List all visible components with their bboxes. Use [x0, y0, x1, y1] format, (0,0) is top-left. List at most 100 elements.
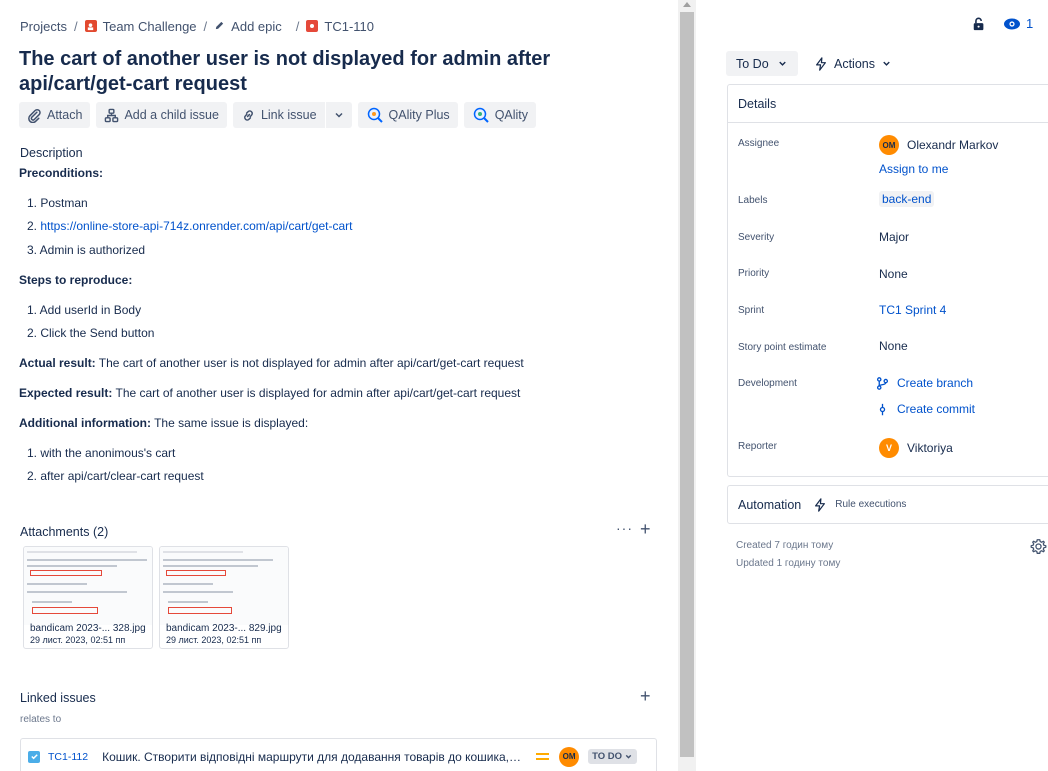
- attachments-more-button[interactable]: ···: [616, 520, 633, 536]
- labels-field[interactable]: back-end: [879, 191, 935, 207]
- sprint-field[interactable]: TC1 Sprint 4: [879, 303, 946, 317]
- rule-executions-label: Rule executions: [835, 499, 907, 510]
- create-commit-label: Create commit: [897, 402, 976, 416]
- qality-button[interactable]: QAlity: [463, 102, 537, 128]
- breadcrumb-separator: /: [73, 18, 78, 34]
- precondition-number: 2.: [27, 219, 41, 233]
- attachment-card[interactable]: bandicam 2023-... 328.jpg 29 лист. 2023,…: [23, 546, 153, 649]
- priority-label: Priority: [738, 268, 770, 279]
- preconditions-heading: Preconditions:: [19, 166, 104, 180]
- link-issue-group: Link issue: [232, 102, 352, 128]
- chevron-down-icon: [883, 61, 890, 66]
- watchers-button[interactable]: 1: [1003, 16, 1033, 31]
- project-avatar-icon: [84, 20, 97, 32]
- breadcrumb-issue-key[interactable]: TC1-110: [306, 19, 374, 34]
- expected-result-heading: Expected result:: [19, 386, 113, 400]
- qality-plus-button[interactable]: QAlity Plus: [357, 102, 458, 128]
- actual-result-heading: Actual result:: [19, 356, 96, 370]
- actual-result: Actual result: The cart of another user …: [19, 356, 524, 370]
- link-issue-button[interactable]: Link issue: [232, 102, 325, 128]
- breadcrumb-separator: /: [295, 18, 300, 34]
- precondition-link[interactable]: https://online-store-api-714z.onrender.c…: [40, 219, 352, 233]
- gear-icon[interactable]: [1030, 538, 1047, 560]
- avatar: OM: [879, 135, 899, 155]
- actual-result-text: The cart of another user is not displaye…: [95, 356, 524, 370]
- link-issue-dropdown[interactable]: [325, 102, 352, 128]
- attachment-thumbnail: [160, 547, 288, 625]
- actions-dropdown[interactable]: Actions: [804, 51, 902, 76]
- step-item: 1. Add userId in Body: [27, 303, 142, 317]
- linked-issue-key[interactable]: TC1-112: [48, 751, 88, 763]
- automation-panel[interactable]: Automation Rule executions: [727, 485, 1048, 524]
- bug-icon: [306, 20, 319, 32]
- attach-label: Attach: [47, 108, 83, 122]
- reporter-field[interactable]: V Viktoriya: [879, 438, 953, 458]
- status-dropdown[interactable]: To Do: [726, 51, 798, 76]
- linked-issue-row[interactable]: TC1-112 Кошик. Створити відповідні маршр…: [20, 738, 657, 771]
- breadcrumb-separator: /: [203, 18, 208, 34]
- eye-icon: [1004, 18, 1020, 29]
- attachment-date: 29 лист. 2023, 02:51 пп: [30, 635, 126, 645]
- severity-field[interactable]: Major: [879, 230, 909, 244]
- details-panel: Details Assignee OM Olexandr Markov Assi…: [727, 84, 1048, 477]
- assignee-field[interactable]: OM Olexandr Markov: [879, 135, 998, 155]
- attachment-card[interactable]: bandicam 2023-... 829.jpg 29 лист. 2023,…: [159, 546, 289, 649]
- linked-issue-status-label: TO DO: [592, 751, 622, 762]
- attach-button[interactable]: Attach: [19, 102, 91, 128]
- issue-side-pane: 1 To Do Actions Details Assignee OM Olex…: [698, 0, 1048, 771]
- lightning-icon: [816, 56, 826, 71]
- linked-issue-status[interactable]: TO DO: [588, 749, 637, 764]
- avatar[interactable]: OM: [559, 746, 580, 767]
- label-chip[interactable]: back-end: [879, 191, 935, 207]
- add-child-issue-button[interactable]: Add a child issue: [96, 102, 227, 128]
- breadcrumb-project-label: Team Challenge: [102, 18, 197, 34]
- main-scrollbar[interactable]: [678, 0, 696, 771]
- created-timestamp: Created 7 годин тому: [736, 540, 834, 551]
- commit-icon: [879, 403, 886, 415]
- attachment-date: 29 лист. 2023, 02:51 пп: [166, 635, 262, 645]
- create-commit-link[interactable]: Create commit: [876, 402, 975, 416]
- qality-label: QAlity: [494, 108, 529, 122]
- breadcrumb-add-epic[interactable]: Add epic: [214, 19, 282, 34]
- details-header[interactable]: Details: [728, 85, 1048, 123]
- breadcrumb-project[interactable]: Team Challenge: [84, 18, 197, 34]
- assign-to-me-link[interactable]: Assign to me: [879, 162, 948, 176]
- scrollbar-thumb[interactable]: [680, 12, 694, 757]
- precondition-item: 1. Postman: [27, 196, 88, 210]
- create-branch-label: Create branch: [897, 376, 974, 390]
- issue-title[interactable]: The cart of another user is not displaye…: [19, 47, 659, 97]
- attachment-thumbnail: [24, 547, 152, 625]
- scroll-up-arrow-icon[interactable]: [683, 2, 691, 7]
- story-point-label: Story point estimate: [738, 342, 827, 353]
- breadcrumb: Projects / Team Challenge / Add epic / T…: [20, 17, 374, 35]
- breadcrumb-projects[interactable]: Projects: [20, 19, 67, 34]
- linked-issue-summary[interactable]: Кошик. Створити відповідні маршрути для …: [102, 750, 524, 764]
- expected-result: Expected result: The cart of another use…: [19, 386, 520, 400]
- add-child-label: Add a child issue: [124, 108, 219, 122]
- priority-medium-icon: [536, 753, 550, 760]
- paperclip-icon: [28, 108, 41, 123]
- additional-info-heading: Additional information:: [19, 416, 151, 430]
- linked-issues-title: Linked issues: [20, 691, 96, 705]
- steps-heading: Steps to reproduce:: [19, 273, 133, 287]
- add-attachment-button[interactable]: +: [640, 519, 651, 539]
- lock-icon[interactable]: [972, 16, 986, 37]
- child-issue-icon: [105, 108, 119, 122]
- precondition-item: 3. Admin is authorized: [27, 243, 146, 257]
- avatar: V: [879, 438, 899, 458]
- priority-field[interactable]: None: [879, 267, 908, 281]
- add-linked-issue-button[interactable]: +: [640, 686, 651, 706]
- step-item: 2. Click the Send button: [27, 326, 155, 340]
- create-branch-link[interactable]: Create branch: [876, 376, 973, 390]
- description-label: Description: [20, 146, 83, 160]
- status-label: To Do: [736, 56, 769, 71]
- task-checkbox-icon: [28, 750, 40, 763]
- additional-info-text: The same issue is displayed:: [150, 416, 309, 430]
- qality-plus-label: QAlity Plus: [388, 108, 450, 122]
- relation-type-label: relates to: [20, 714, 62, 725]
- pencil-icon: [214, 19, 225, 34]
- actions-label: Actions: [834, 56, 875, 71]
- development-label: Development: [738, 378, 797, 389]
- chevron-down-icon: [778, 61, 786, 66]
- story-point-field[interactable]: None: [879, 339, 908, 353]
